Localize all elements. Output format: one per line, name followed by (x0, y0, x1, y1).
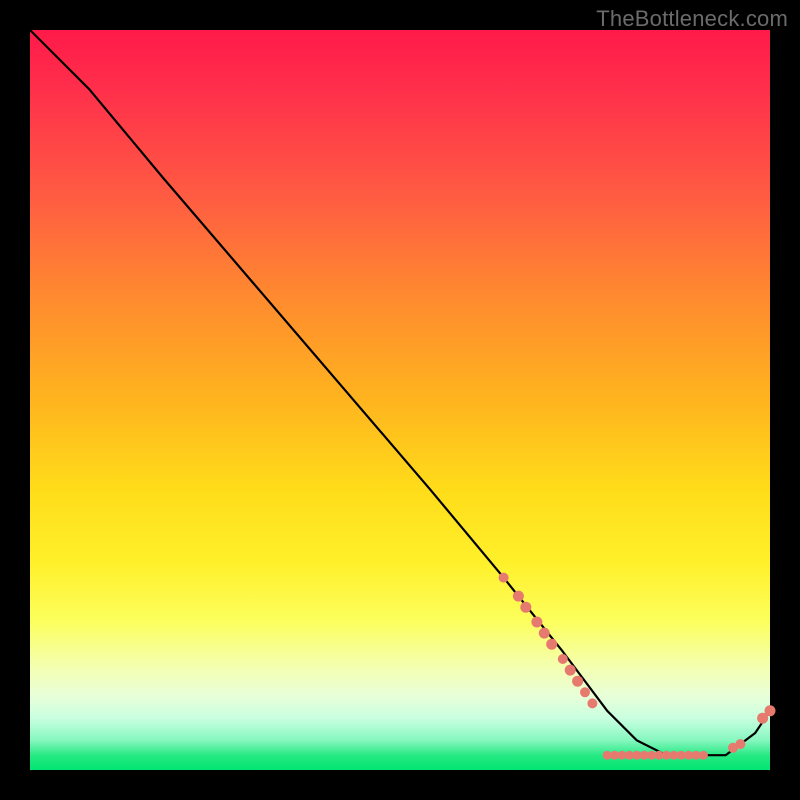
marker-point (765, 705, 776, 716)
marker-point (558, 654, 568, 664)
plot-area (30, 30, 770, 770)
marker-point (531, 617, 542, 628)
marker-point (546, 639, 557, 650)
plot-svg (30, 30, 770, 770)
marker-point (565, 665, 576, 676)
marker-point (699, 751, 708, 760)
marker-point (572, 676, 583, 687)
marker-point (580, 687, 590, 697)
marker-point (513, 591, 524, 602)
bottleneck-curve (30, 30, 770, 755)
watermark-text: TheBottleneck.com (596, 6, 788, 32)
marker-point (587, 698, 597, 708)
marker-point (499, 573, 509, 583)
marker-point (520, 602, 531, 613)
marker-point (539, 628, 550, 639)
highlight-points (499, 573, 776, 760)
marker-point (735, 739, 745, 749)
chart-frame: TheBottleneck.com (0, 0, 800, 800)
